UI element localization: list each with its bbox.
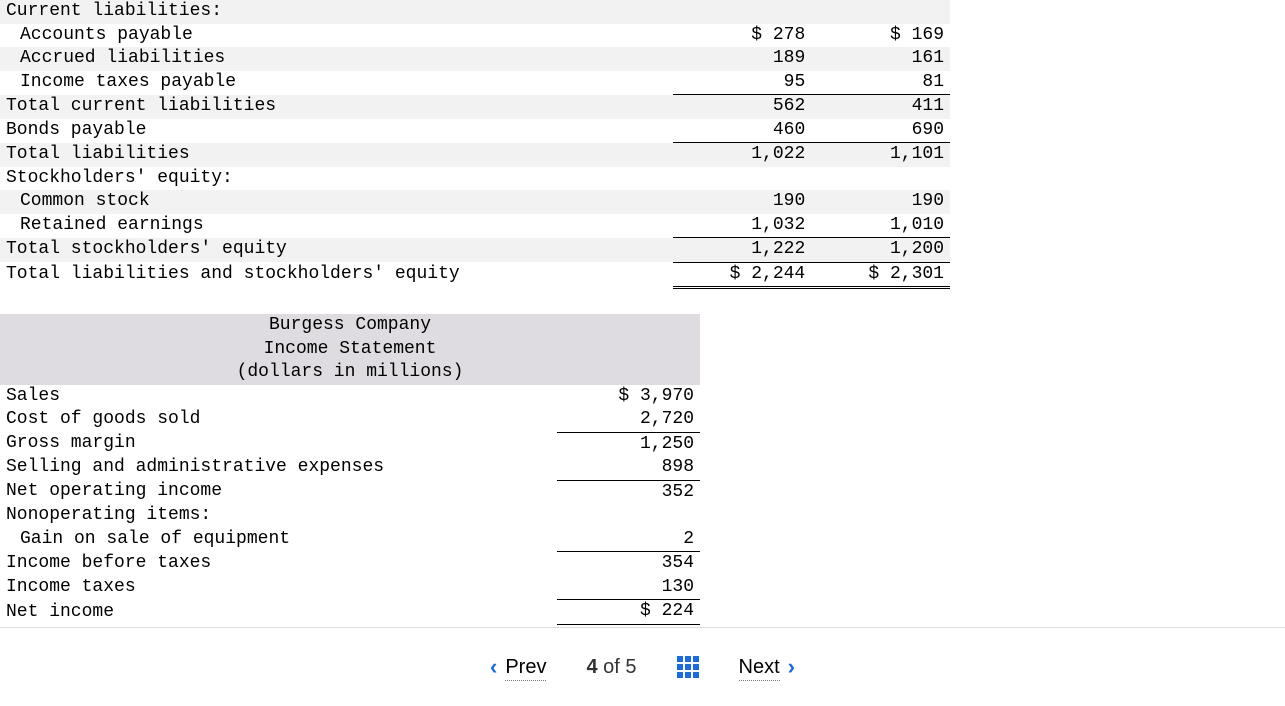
cell-value: 562 (673, 95, 812, 119)
row-label: Bonds payable (0, 119, 673, 143)
pagination-bar: ‹ Prev 4 of 5 Next › (0, 627, 1285, 706)
cell-value: 161 (811, 47, 950, 71)
of-label: of (603, 656, 620, 678)
row-label: Total stockholders' equity (0, 238, 673, 263)
row-label: Common stock (0, 190, 673, 214)
row-label: Total liabilities and stockholders' equi… (0, 262, 673, 288)
cell-value: 352 (557, 480, 700, 504)
row-label: Accounts payable (0, 24, 673, 48)
row-label: Gross margin (0, 432, 557, 456)
chevron-right-icon: › (788, 653, 795, 682)
total-pages: 5 (625, 656, 636, 678)
prev-label: Prev (505, 654, 546, 681)
cell-value: 2 (557, 528, 700, 552)
cell-value: 130 (557, 576, 700, 600)
cell-value: 1,022 (673, 143, 812, 167)
row-label: Selling and administrative expenses (0, 456, 557, 480)
cell-value: 1,222 (673, 238, 812, 263)
row-label: Net operating income (0, 480, 557, 504)
cell-value: 81 (811, 71, 950, 95)
cell-value: 1,101 (811, 143, 950, 167)
cell-value: $ 2,301 (811, 262, 950, 288)
cell-value: $ 2,244 (673, 262, 812, 288)
row-label: Retained earnings (0, 214, 673, 238)
income-title-company: Burgess Company (0, 314, 700, 338)
row-label: Accrued liabilities (0, 47, 673, 71)
page-indicator: 4 of 5 (586, 654, 636, 680)
next-button[interactable]: Next › (739, 653, 795, 682)
row-label: Net income (0, 600, 557, 626)
cell-value: 2,720 (557, 408, 700, 432)
section-header-nonoperating: Nonoperating items: (0, 504, 557, 528)
cell-value: $ 3,970 (557, 385, 700, 409)
cell-value: $ 278 (673, 24, 812, 48)
section-header-stockholders-equity: Stockholders' equity: (0, 167, 673, 191)
prev-button[interactable]: ‹ Prev (490, 653, 546, 682)
cell-value: 190 (811, 190, 950, 214)
chevron-left-icon: ‹ (490, 653, 497, 682)
row-label: Total liabilities (0, 143, 673, 167)
row-label: Sales (0, 385, 557, 409)
cell-value: 1,250 (557, 432, 700, 456)
cell-value: 354 (557, 552, 700, 576)
current-page: 4 (586, 656, 597, 678)
income-title-statement: Income Statement (0, 338, 700, 362)
balance-sheet-table: Current liabilities: Accounts payable $ … (0, 0, 950, 289)
row-label: Income before taxes (0, 552, 557, 576)
section-header-current-liabilities: Current liabilities: (0, 0, 673, 24)
cell-value: 1,032 (673, 214, 812, 238)
cell-value: 460 (673, 119, 812, 143)
grid-view-icon[interactable] (677, 656, 699, 678)
income-title-units: (dollars in millions) (0, 361, 700, 385)
cell-value: 190 (673, 190, 812, 214)
cell-value: 95 (673, 71, 812, 95)
cell-value: 898 (557, 456, 700, 480)
cell-value: 690 (811, 119, 950, 143)
cell-value: 1,200 (811, 238, 950, 263)
income-statement-table: Burgess Company Income Statement (dollar… (0, 314, 700, 626)
cell-value: $ 169 (811, 24, 950, 48)
cell-value: 411 (811, 95, 950, 119)
cell-value: $ 224 (557, 600, 700, 626)
cell-value: 1,010 (811, 214, 950, 238)
row-label: Total current liabilities (0, 95, 673, 119)
row-label: Income taxes (0, 576, 557, 600)
row-label: Gain on sale of equipment (0, 528, 557, 552)
next-label: Next (739, 654, 780, 681)
row-label: Cost of goods sold (0, 408, 557, 432)
cell-value: 189 (673, 47, 812, 71)
row-label: Income taxes payable (0, 71, 673, 95)
